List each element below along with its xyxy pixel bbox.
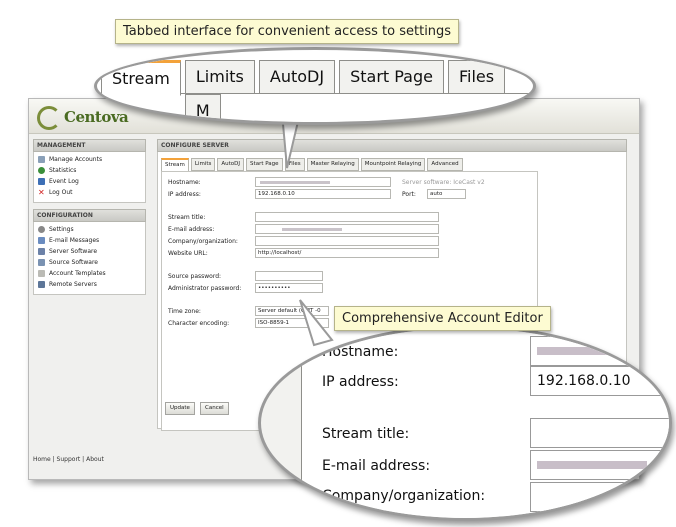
magnified-ip-label: IP address: [322, 374, 399, 390]
magnified-tab-start-page[interactable]: Start Page [339, 60, 444, 94]
redacted-value [537, 347, 627, 355]
form-magnifier: Hostname: IP address: 192.168.0.10 Strea… [258, 325, 672, 521]
magnified-hostname-field[interactable] [530, 336, 669, 366]
magnified-email-label: E-mail address: [322, 458, 431, 474]
magnified-stream-title-label: Stream title: [322, 426, 410, 442]
magnified-company-field[interactable] [530, 482, 669, 512]
magnified-tab-limits[interactable]: Limits [184, 60, 255, 94]
tabs-caption: Tabbed interface for convenient access t… [115, 19, 460, 44]
editor-caption: Comprehensive Account Editor [334, 306, 551, 331]
magnified-tab-files[interactable]: Files [447, 60, 506, 94]
redacted-value [537, 461, 647, 469]
magnified-stream-title-field[interactable] [530, 418, 669, 448]
tabs-magnifier: Stream Limits AutoDJ Start Page Files M [94, 47, 536, 125]
magnified-tab-more[interactable]: M [184, 94, 221, 122]
magnified-company-label: Company/organization: [322, 488, 486, 504]
magnified-tab-stream[interactable]: Stream [101, 60, 181, 96]
magnified-form-panel: Hostname: IP address: 192.168.0.10 Strea… [301, 328, 669, 518]
magnified-tab-autodj[interactable]: AutoDJ [258, 60, 336, 94]
magnified-tab-bar: Stream Limits AutoDJ Start Page Files M [101, 60, 533, 122]
magnified-ip-field[interactable]: 192.168.0.10 [530, 366, 669, 396]
magnified-hostname-label: Hostname: [322, 344, 399, 360]
magnified-email-field[interactable] [530, 450, 669, 480]
